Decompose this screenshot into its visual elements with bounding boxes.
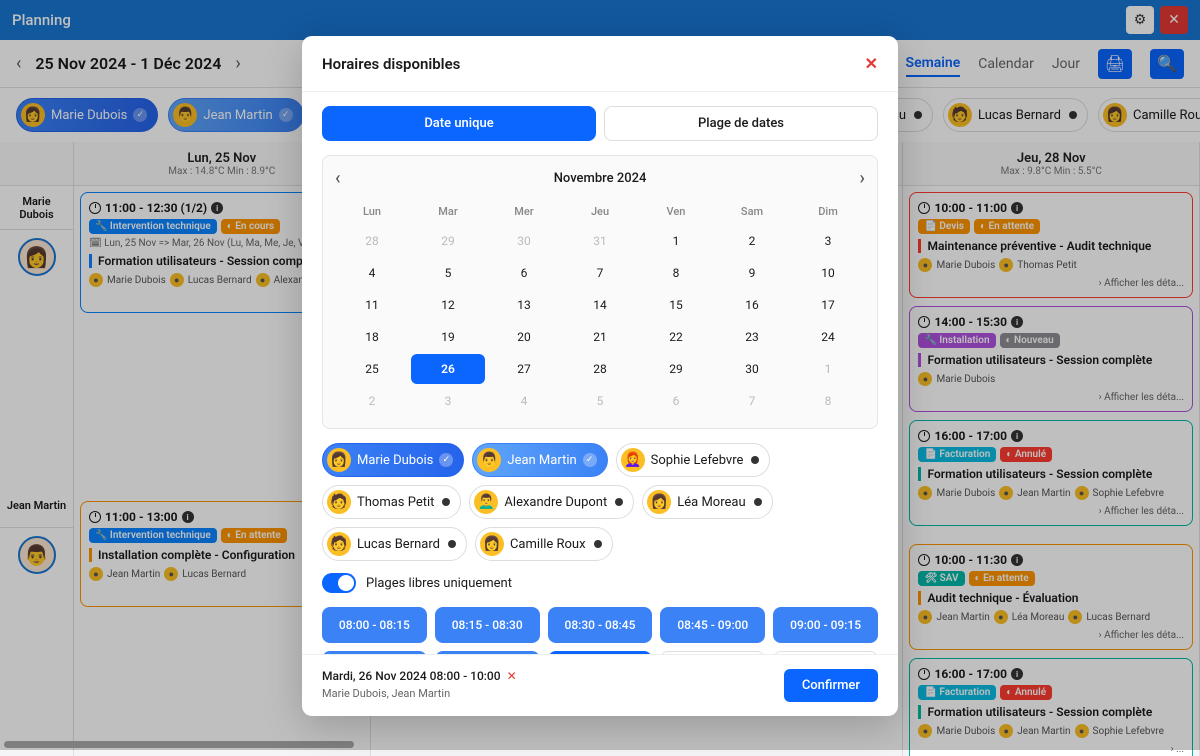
availability-modal: Horaires disponibles ✕ Date unique Plage…	[302, 36, 898, 716]
calendar-day[interactable]: 20	[487, 322, 561, 352]
calendar-day[interactable]: 11	[335, 290, 409, 320]
calendar-day[interactable]: 1	[791, 354, 865, 384]
calendar-day[interactable]: 29	[639, 354, 713, 384]
calendar-day[interactable]: 8	[639, 258, 713, 288]
user-chip[interactable]: 👨‍🦱Alexandre Dupont	[469, 485, 634, 519]
user-chip[interactable]: 👩‍🦰Sophie Lefebvre	[616, 443, 771, 477]
status-dot	[615, 498, 623, 506]
calendar-day[interactable]: 25	[335, 354, 409, 384]
avatar-icon: 👩	[480, 532, 504, 556]
calendar-day[interactable]: 30	[715, 354, 789, 384]
user-chip[interactable]: 👨Jean Martin✓	[472, 443, 607, 477]
calendar-day[interactable]: 3	[791, 226, 865, 256]
time-slot[interactable]: 08:30 - 08:45	[548, 607, 653, 643]
calendar-day[interactable]: 2	[335, 386, 409, 416]
check-icon: ✓	[583, 453, 597, 467]
calendar-day[interactable]: 17	[791, 290, 865, 320]
calendar-day[interactable]: 15	[639, 290, 713, 320]
calendar-day[interactable]: 4	[335, 258, 409, 288]
calendar-day[interactable]: 2	[715, 226, 789, 256]
time-slot[interactable]: 09:00 - 09:15	[773, 607, 878, 643]
status-dot	[448, 540, 456, 548]
modal-user-chips: 👩Marie Dubois✓👨Jean Martin✓ 👩‍🦰Sophie Lef…	[322, 443, 878, 561]
selected-people: Marie Dubois, Jean Martin	[322, 687, 517, 700]
avatar-icon: 👩	[647, 490, 671, 514]
calendar-day[interactable]: 7	[715, 386, 789, 416]
calendar-day[interactable]: 5	[411, 258, 485, 288]
user-chip[interactable]: 👩Marie Dubois✓	[322, 443, 464, 477]
time-slot[interactable]: 08:15 - 08:30	[435, 607, 540, 643]
calendar-day[interactable]: 28	[335, 226, 409, 256]
tab-single-date[interactable]: Date unique	[322, 106, 596, 141]
avatar-icon: 👨	[477, 448, 501, 472]
calendar-day[interactable]: 19	[411, 322, 485, 352]
avatar-icon: 👩	[327, 448, 351, 472]
calendar-day[interactable]: 16	[715, 290, 789, 320]
calendar-month: Novembre 2024	[554, 171, 647, 186]
time-slots: 08:00 - 08:1508:15 - 08:3008:30 - 08:450…	[322, 607, 878, 654]
calendar-day[interactable]: 21	[563, 322, 637, 352]
calendar-day[interactable]: 24	[791, 322, 865, 352]
avatar-icon: 👨‍🦱	[474, 490, 498, 514]
calendar-day[interactable]: 8	[791, 386, 865, 416]
calendar-day[interactable]: 31	[563, 226, 637, 256]
modal-overlay[interactable]: Horaires disponibles ✕ Date unique Plage…	[0, 0, 1200, 750]
status-dot	[594, 540, 602, 548]
tab-date-range[interactable]: Plage de dates	[604, 106, 878, 141]
user-chip[interactable]: 👩Léa Moreau	[642, 485, 772, 519]
user-chip[interactable]: 👩Camille Roux	[475, 527, 613, 561]
user-chip[interactable]: 🧑Thomas Petit	[322, 485, 461, 519]
calendar-day[interactable]: 23	[715, 322, 789, 352]
avatar-icon: 👩‍🦰	[621, 448, 645, 472]
status-dot	[442, 498, 450, 506]
avatar-icon: 🧑	[327, 490, 351, 514]
calendar-day[interactable]: 5	[563, 386, 637, 416]
user-chip[interactable]: 🧑Lucas Bernard	[322, 527, 467, 561]
calendar-day[interactable]: 6	[487, 258, 561, 288]
clear-selection-button[interactable]: ✕	[507, 669, 517, 683]
calendar-day[interactable]: 22	[639, 322, 713, 352]
selected-datetime: Mardi, 26 Nov 2024 08:00 - 10:00	[322, 669, 501, 683]
calendar-day[interactable]: 3	[411, 386, 485, 416]
modal-close-button[interactable]: ✕	[865, 54, 878, 73]
next-month-button[interactable]: ›	[860, 168, 865, 189]
avatar-icon: 🧑	[327, 532, 351, 556]
toggle-label: Plages libres uniquement	[366, 576, 512, 591]
calendar-day[interactable]: 9	[715, 258, 789, 288]
free-only-toggle[interactable]	[322, 573, 356, 593]
calendar: ‹ Novembre 2024 › LunMarMerJeuVenSamDim2…	[322, 155, 878, 429]
time-slot[interactable]: 08:45 - 09:00	[660, 607, 765, 643]
calendar-day[interactable]: 4	[487, 386, 561, 416]
status-dot	[754, 498, 762, 506]
calendar-day[interactable]: 18	[335, 322, 409, 352]
calendar-day[interactable]: 14	[563, 290, 637, 320]
calendar-day[interactable]: 28	[563, 354, 637, 384]
prev-month-button[interactable]: ‹	[335, 168, 341, 189]
calendar-day[interactable]: 30	[487, 226, 561, 256]
calendar-day[interactable]: 1	[639, 226, 713, 256]
status-dot	[751, 456, 759, 464]
calendar-day[interactable]: 27	[487, 354, 561, 384]
confirm-button[interactable]: Confirmer	[784, 669, 878, 702]
calendar-day[interactable]: 7	[563, 258, 637, 288]
calendar-day[interactable]: 10	[791, 258, 865, 288]
modal-title: Horaires disponibles	[322, 55, 460, 73]
calendar-day[interactable]: 12	[411, 290, 485, 320]
time-slot[interactable]: 08:00 - 08:15	[322, 607, 427, 643]
calendar-day[interactable]: 13	[487, 290, 561, 320]
calendar-day[interactable]: 6	[639, 386, 713, 416]
calendar-day[interactable]: 26	[411, 354, 485, 384]
check-icon: ✓	[439, 453, 453, 467]
calendar-day[interactable]: 29	[411, 226, 485, 256]
